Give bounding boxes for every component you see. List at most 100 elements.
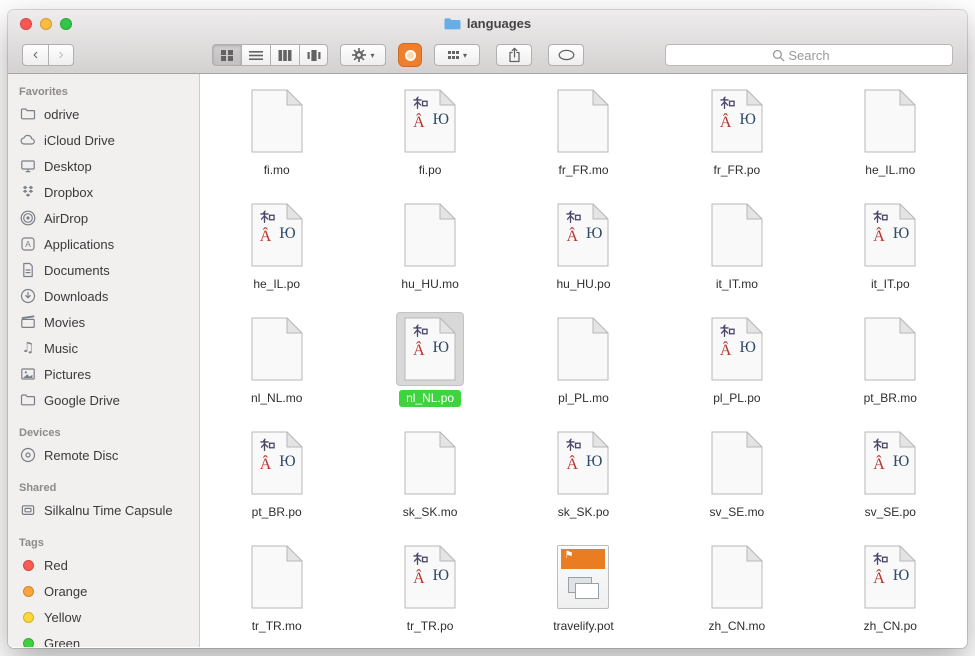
back-button[interactable]: ‹ xyxy=(22,44,48,66)
file-icon: Â Ю ⚑ xyxy=(243,540,311,614)
sidebar-item-label: Green xyxy=(44,636,80,648)
file-name: sk_SK.mo xyxy=(396,504,465,521)
file-item[interactable]: Â Ю ⚑ he_IL.mo xyxy=(814,76,967,190)
document-artwork: Â Ю ⚑ xyxy=(864,89,916,153)
music-note-icon: ♫ xyxy=(19,341,37,355)
share-button[interactable] xyxy=(496,44,532,66)
cyrillic-character: Ю xyxy=(433,567,449,585)
toolbar: ‹ › ▾ xyxy=(8,36,967,74)
minimize-button[interactable] xyxy=(40,18,52,30)
file-item[interactable]: Â Ю ⚑ sv_SE.po xyxy=(814,418,967,532)
file-item[interactable]: Â Ю ⚑ fr_FR.po xyxy=(660,76,813,190)
file-icon: Â Ю ⚑ xyxy=(549,540,617,614)
slide-shape xyxy=(575,583,599,599)
cjk-character-icon xyxy=(720,324,735,339)
document-artwork: Â Ю ⚑ xyxy=(251,545,303,609)
sidebar-item-movies[interactable]: Movies xyxy=(8,309,199,335)
file-item[interactable]: Â Ю ⚑ fr_FR.mo xyxy=(507,76,660,190)
file-item[interactable]: Â Ю ⚑ tr_TR.po xyxy=(353,532,506,646)
blank-document-icon xyxy=(404,203,456,267)
file-item[interactable]: Â Ю ⚑ sv_SE.mo xyxy=(660,418,813,532)
sidebar-item-icloud-drive[interactable]: iCloud Drive xyxy=(8,127,199,153)
file-item[interactable]: Â Ю ⚑ sk_SK.mo xyxy=(353,418,506,532)
file-item[interactable]: Â Ю ⚑ hu_HU.po xyxy=(507,190,660,304)
titlebar[interactable]: languages xyxy=(8,10,967,36)
chevron-down-icon: ▾ xyxy=(463,51,467,60)
document-artwork: Â Ю ⚑ xyxy=(711,431,763,495)
cyrillic-character: Ю xyxy=(739,339,755,357)
po-characters: Â Ю xyxy=(864,431,916,495)
cyrillic-character: Ю xyxy=(893,453,909,471)
column-view-button[interactable] xyxy=(270,44,299,66)
file-name: fr_FR.mo xyxy=(551,162,615,179)
flag-icon: ⚑ xyxy=(564,550,573,561)
document-artwork: Â Ю ⚑ xyxy=(864,545,916,609)
sidebar-item-pictures[interactable]: Pictures xyxy=(8,361,199,387)
zoom-button[interactable] xyxy=(60,18,72,30)
sidebar-item-time-capsule[interactable]: Silkalnu Time Capsule xyxy=(8,497,199,523)
po-characters: Â Ю xyxy=(711,89,763,153)
file-item[interactable]: Â Ю ⚑ it_IT.po xyxy=(814,190,967,304)
action-menu-button[interactable]: ▾ xyxy=(340,44,386,66)
file-item[interactable]: Â Ю ⚑ pl_PL.mo xyxy=(507,304,660,418)
close-button[interactable] xyxy=(20,18,32,30)
sidebar-item-applications[interactable]: A Applications xyxy=(8,231,199,257)
tags-button[interactable] xyxy=(548,44,584,66)
file-icon: Â Ю ⚑ xyxy=(856,540,924,614)
sidebar-item-music[interactable]: ♫ Music xyxy=(8,335,199,361)
file-icon: Â Ю ⚑ xyxy=(243,312,311,386)
latin-character: Â xyxy=(566,456,578,474)
search-input[interactable] xyxy=(666,45,952,65)
file-item[interactable]: Â Ю ⚑ he_IL.po xyxy=(200,190,353,304)
cjk-character-icon xyxy=(413,96,428,111)
file-item[interactable]: Â Ю ⚑ fi.po xyxy=(353,76,506,190)
sidebar-item-airdrop[interactable]: AirDrop xyxy=(8,205,199,231)
latin-character: Â xyxy=(413,114,425,132)
orange-app-button[interactable] xyxy=(398,43,422,67)
cjk-character-icon xyxy=(720,96,735,111)
sidebar-item-tag-yellow[interactable]: Yellow xyxy=(8,604,199,630)
sidebar-item-remote-disc[interactable]: Remote Disc xyxy=(8,442,199,468)
file-item[interactable]: Â Ю ⚑ hu_HU.mo xyxy=(353,190,506,304)
sidebar-item-tag-red[interactable]: Red xyxy=(8,552,199,578)
file-item[interactable]: Â Ю ⚑ tr_TR.mo xyxy=(200,532,353,646)
file-item[interactable]: Â Ю ⚑ fi.mo xyxy=(200,76,353,190)
latin-character: Â xyxy=(873,228,885,246)
arrange-menu-button[interactable]: ▾ xyxy=(434,44,480,66)
sidebar-item-tag-orange[interactable]: Orange xyxy=(8,578,199,604)
traffic-lights xyxy=(20,18,72,30)
file-item[interactable]: Â Ю ⚑ pt_BR.po xyxy=(200,418,353,532)
file-item[interactable]: Â Ю ⚑ travelify.pot xyxy=(507,532,660,646)
sidebar-item-tag-green[interactable]: Green xyxy=(8,630,199,647)
file-name: pl_PL.po xyxy=(706,390,767,407)
sidebar-item-desktop[interactable]: Desktop xyxy=(8,153,199,179)
sidebar-item-documents[interactable]: Documents xyxy=(8,257,199,283)
file-item[interactable]: Â Ю ⚑ nl_NL.mo xyxy=(200,304,353,418)
file-item[interactable]: Â Ю ⚑ sk_SK.po xyxy=(507,418,660,532)
search-icon xyxy=(772,49,785,62)
forward-button[interactable]: › xyxy=(48,44,74,66)
icon-view-button[interactable] xyxy=(212,44,241,66)
sidebar-item-label: Dropbox xyxy=(44,185,93,200)
file-icon: Â Ю ⚑ xyxy=(396,312,464,386)
sidebar-item-label: Orange xyxy=(44,584,87,599)
sidebar-item-downloads[interactable]: Downloads xyxy=(8,283,199,309)
sidebar-item-dropbox[interactable]: Dropbox xyxy=(8,179,199,205)
file-item[interactable]: Â Ю ⚑ pt_BR.mo xyxy=(814,304,967,418)
cyrillic-character: Ю xyxy=(893,567,909,585)
pictures-icon xyxy=(19,366,37,382)
coverflow-view-button[interactable] xyxy=(299,44,328,66)
file-item[interactable]: Â Ю ⚑ nl_NL.po xyxy=(353,304,506,418)
forward-chevron-icon: › xyxy=(58,46,63,64)
pot-template-artwork: ⚑ xyxy=(557,545,609,609)
file-item[interactable]: Â Ю ⚑ it_IT.mo xyxy=(660,190,813,304)
sidebar-item-odrive[interactable]: odrive xyxy=(8,101,199,127)
window-title-text: languages xyxy=(467,16,531,31)
sidebar-item-google-drive[interactable]: Google Drive xyxy=(8,387,199,413)
file-name: he_IL.po xyxy=(246,276,307,293)
file-item[interactable]: Â Ю ⚑ zh_CN.po xyxy=(814,532,967,646)
list-view-button[interactable] xyxy=(241,44,270,66)
sidebar-item-label: Documents xyxy=(44,263,110,278)
file-item[interactable]: Â Ю ⚑ zh_CN.mo xyxy=(660,532,813,646)
file-item[interactable]: Â Ю ⚑ pl_PL.po xyxy=(660,304,813,418)
